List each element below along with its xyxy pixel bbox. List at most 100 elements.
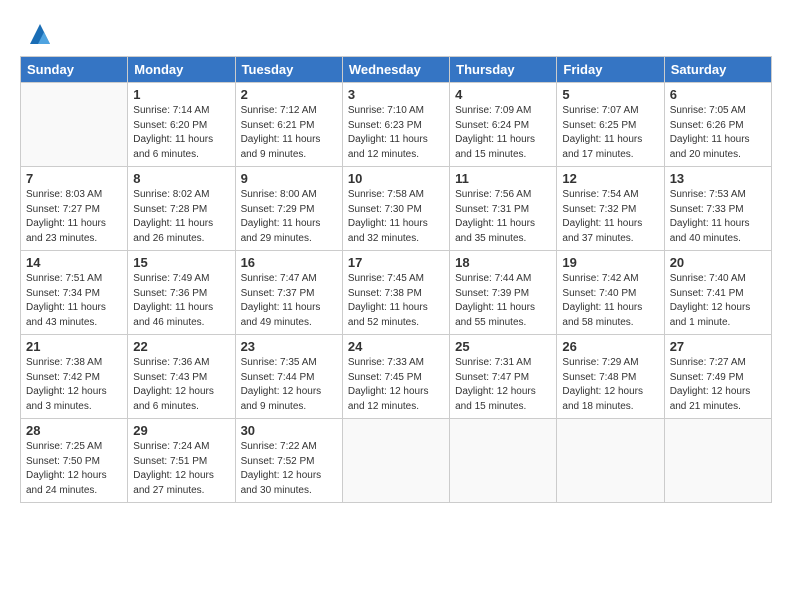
calendar-cell: 12 Sunrise: 7:54 AM Sunset: 7:32 PM Dayli… xyxy=(557,167,664,251)
cell-info: Sunrise: 7:14 AM Sunset: 6:20 PM Dayligh… xyxy=(133,104,229,162)
calendar-cell: 22 Sunrise: 7:36 AM Sunset: 7:43 PM Dayli… xyxy=(128,335,235,419)
cell-info: Sunrise: 7:47 AM Sunset: 7:37 PM Dayligh… xyxy=(241,272,337,330)
calendar-cell xyxy=(342,419,449,503)
calendar-cell: 17 Sunrise: 7:45 AM Sunset: 7:38 PM Dayli… xyxy=(342,251,449,335)
day-number: 7 xyxy=(26,171,122,186)
day-number: 12 xyxy=(562,171,658,186)
cell-info: Sunrise: 7:31 AM Sunset: 7:47 PM Dayligh… xyxy=(455,356,551,414)
page: Sunday Monday Tuesday Wednesday Thursday… xyxy=(0,0,792,612)
cell-info: Sunrise: 7:40 AM Sunset: 7:41 PM Dayligh… xyxy=(670,272,766,330)
cell-info: Sunrise: 7:49 AM Sunset: 7:36 PM Dayligh… xyxy=(133,272,229,330)
calendar-cell: 29 Sunrise: 7:24 AM Sunset: 7:51 PM Dayli… xyxy=(128,419,235,503)
cell-info: Sunrise: 7:58 AM Sunset: 7:30 PM Dayligh… xyxy=(348,188,444,246)
day-number: 16 xyxy=(241,255,337,270)
calendar-cell: 2 Sunrise: 7:12 AM Sunset: 6:21 PM Daylig… xyxy=(235,83,342,167)
col-friday: Friday xyxy=(557,57,664,83)
day-number: 22 xyxy=(133,339,229,354)
col-thursday: Thursday xyxy=(450,57,557,83)
calendar-cell: 18 Sunrise: 7:44 AM Sunset: 7:39 PM Dayli… xyxy=(450,251,557,335)
cell-info: Sunrise: 8:00 AM Sunset: 7:29 PM Dayligh… xyxy=(241,188,337,246)
calendar-cell: 11 Sunrise: 7:56 AM Sunset: 7:31 PM Dayli… xyxy=(450,167,557,251)
calendar-header-row: Sunday Monday Tuesday Wednesday Thursday… xyxy=(21,57,772,83)
day-number: 29 xyxy=(133,423,229,438)
calendar-cell xyxy=(450,419,557,503)
cell-info: Sunrise: 7:05 AM Sunset: 6:26 PM Dayligh… xyxy=(670,104,766,162)
cell-info: Sunrise: 7:53 AM Sunset: 7:33 PM Dayligh… xyxy=(670,188,766,246)
day-number: 24 xyxy=(348,339,444,354)
cell-info: Sunrise: 7:09 AM Sunset: 6:24 PM Dayligh… xyxy=(455,104,551,162)
calendar-cell: 6 Sunrise: 7:05 AM Sunset: 6:26 PM Daylig… xyxy=(664,83,771,167)
day-number: 2 xyxy=(241,87,337,102)
day-number: 26 xyxy=(562,339,658,354)
calendar-cell: 7 Sunrise: 8:03 AM Sunset: 7:27 PM Daylig… xyxy=(21,167,128,251)
cell-info: Sunrise: 7:36 AM Sunset: 7:43 PM Dayligh… xyxy=(133,356,229,414)
calendar-cell: 14Sunrise: 7:51 AM Sunset: 7:34 PM Dayli… xyxy=(21,251,128,335)
day-number: 17 xyxy=(348,255,444,270)
cell-info: Sunrise: 7:25 AM Sunset: 7:50 PM Dayligh… xyxy=(26,440,122,498)
calendar-cell: 10 Sunrise: 7:58 AM Sunset: 7:30 PM Dayli… xyxy=(342,167,449,251)
cell-info: Sunrise: 8:02 AM Sunset: 7:28 PM Dayligh… xyxy=(133,188,229,246)
col-tuesday: Tuesday xyxy=(235,57,342,83)
calendar-cell: 24Sunrise: 7:33 AM Sunset: 7:45 PM Dayli… xyxy=(342,335,449,419)
calendar: Sunday Monday Tuesday Wednesday Thursday… xyxy=(20,56,772,503)
day-number: 3 xyxy=(348,87,444,102)
cell-info: Sunrise: 7:42 AM Sunset: 7:40 PM Dayligh… xyxy=(562,272,658,330)
day-number: 18 xyxy=(455,255,551,270)
cell-info: Sunrise: 7:29 AM Sunset: 7:48 PM Dayligh… xyxy=(562,356,658,414)
calendar-cell: 20 Sunrise: 7:40 AM Sunset: 7:41 PM Dayli… xyxy=(664,251,771,335)
logo xyxy=(20,18,56,50)
calendar-cell: 4 Sunrise: 7:09 AM Sunset: 6:24 PM Daylig… xyxy=(450,83,557,167)
col-saturday: Saturday xyxy=(664,57,771,83)
cell-info: Sunrise: 7:35 AM Sunset: 7:44 PM Dayligh… xyxy=(241,356,337,414)
day-number: 1 xyxy=(133,87,229,102)
calendar-cell: 21Sunrise: 7:38 AM Sunset: 7:42 PM Dayli… xyxy=(21,335,128,419)
calendar-cell: 27 Sunrise: 7:27 AM Sunset: 7:49 PM Dayli… xyxy=(664,335,771,419)
day-number: 15 xyxy=(133,255,229,270)
cell-info: Sunrise: 7:44 AM Sunset: 7:39 PM Dayligh… xyxy=(455,272,551,330)
calendar-cell: 16 Sunrise: 7:47 AM Sunset: 7:37 PM Dayli… xyxy=(235,251,342,335)
header xyxy=(20,18,772,50)
logo-icon xyxy=(24,18,56,50)
day-number: 23 xyxy=(241,339,337,354)
cell-info: Sunrise: 7:38 AM Sunset: 7:42 PM Dayligh… xyxy=(26,356,122,414)
day-number: 6 xyxy=(670,87,766,102)
calendar-cell: 30 Sunrise: 7:22 AM Sunset: 7:52 PM Dayli… xyxy=(235,419,342,503)
col-sunday: Sunday xyxy=(21,57,128,83)
calendar-cell: 5 Sunrise: 7:07 AM Sunset: 6:25 PM Daylig… xyxy=(557,83,664,167)
cell-info: Sunrise: 7:45 AM Sunset: 7:38 PM Dayligh… xyxy=(348,272,444,330)
cell-info: Sunrise: 7:12 AM Sunset: 6:21 PM Dayligh… xyxy=(241,104,337,162)
day-number: 10 xyxy=(348,171,444,186)
calendar-cell: 1 Sunrise: 7:14 AM Sunset: 6:20 PM Daylig… xyxy=(128,83,235,167)
calendar-cell xyxy=(664,419,771,503)
calendar-cell: 9 Sunrise: 8:00 AM Sunset: 7:29 PM Daylig… xyxy=(235,167,342,251)
day-number: 25 xyxy=(455,339,551,354)
cell-info: Sunrise: 7:54 AM Sunset: 7:32 PM Dayligh… xyxy=(562,188,658,246)
cell-info: Sunrise: 8:03 AM Sunset: 7:27 PM Dayligh… xyxy=(26,188,122,246)
day-number: 5 xyxy=(562,87,658,102)
cell-info: Sunrise: 7:27 AM Sunset: 7:49 PM Dayligh… xyxy=(670,356,766,414)
cell-info: Sunrise: 7:22 AM Sunset: 7:52 PM Dayligh… xyxy=(241,440,337,498)
col-wednesday: Wednesday xyxy=(342,57,449,83)
calendar-cell: 15 Sunrise: 7:49 AM Sunset: 7:36 PM Dayli… xyxy=(128,251,235,335)
calendar-cell: 28 Sunrise: 7:25 AM Sunset: 7:50 PM Dayli… xyxy=(21,419,128,503)
col-monday: Monday xyxy=(128,57,235,83)
day-number: 8 xyxy=(133,171,229,186)
calendar-cell: 3 Sunrise: 7:10 AM Sunset: 6:23 PM Daylig… xyxy=(342,83,449,167)
day-number: 27 xyxy=(670,339,766,354)
cell-info: Sunrise: 7:07 AM Sunset: 6:25 PM Dayligh… xyxy=(562,104,658,162)
day-number: 11 xyxy=(455,171,551,186)
cell-info: Sunrise: 7:56 AM Sunset: 7:31 PM Dayligh… xyxy=(455,188,551,246)
day-number: 20 xyxy=(670,255,766,270)
cell-info: Sunrise: 7:10 AM Sunset: 6:23 PM Dayligh… xyxy=(348,104,444,162)
cell-info: Sunrise: 7:24 AM Sunset: 7:51 PM Dayligh… xyxy=(133,440,229,498)
calendar-cell: 13 Sunrise: 7:53 AM Sunset: 7:33 PM Dayli… xyxy=(664,167,771,251)
day-number: 9 xyxy=(241,171,337,186)
day-number: 4 xyxy=(455,87,551,102)
day-number: 30 xyxy=(241,423,337,438)
day-number: 14 xyxy=(26,255,122,270)
calendar-cell: 19Sunrise: 7:42 AM Sunset: 7:40 PM Dayli… xyxy=(557,251,664,335)
calendar-cell: 8 Sunrise: 8:02 AM Sunset: 7:28 PM Daylig… xyxy=(128,167,235,251)
calendar-cell xyxy=(21,83,128,167)
day-number: 13 xyxy=(670,171,766,186)
day-number: 28 xyxy=(26,423,122,438)
